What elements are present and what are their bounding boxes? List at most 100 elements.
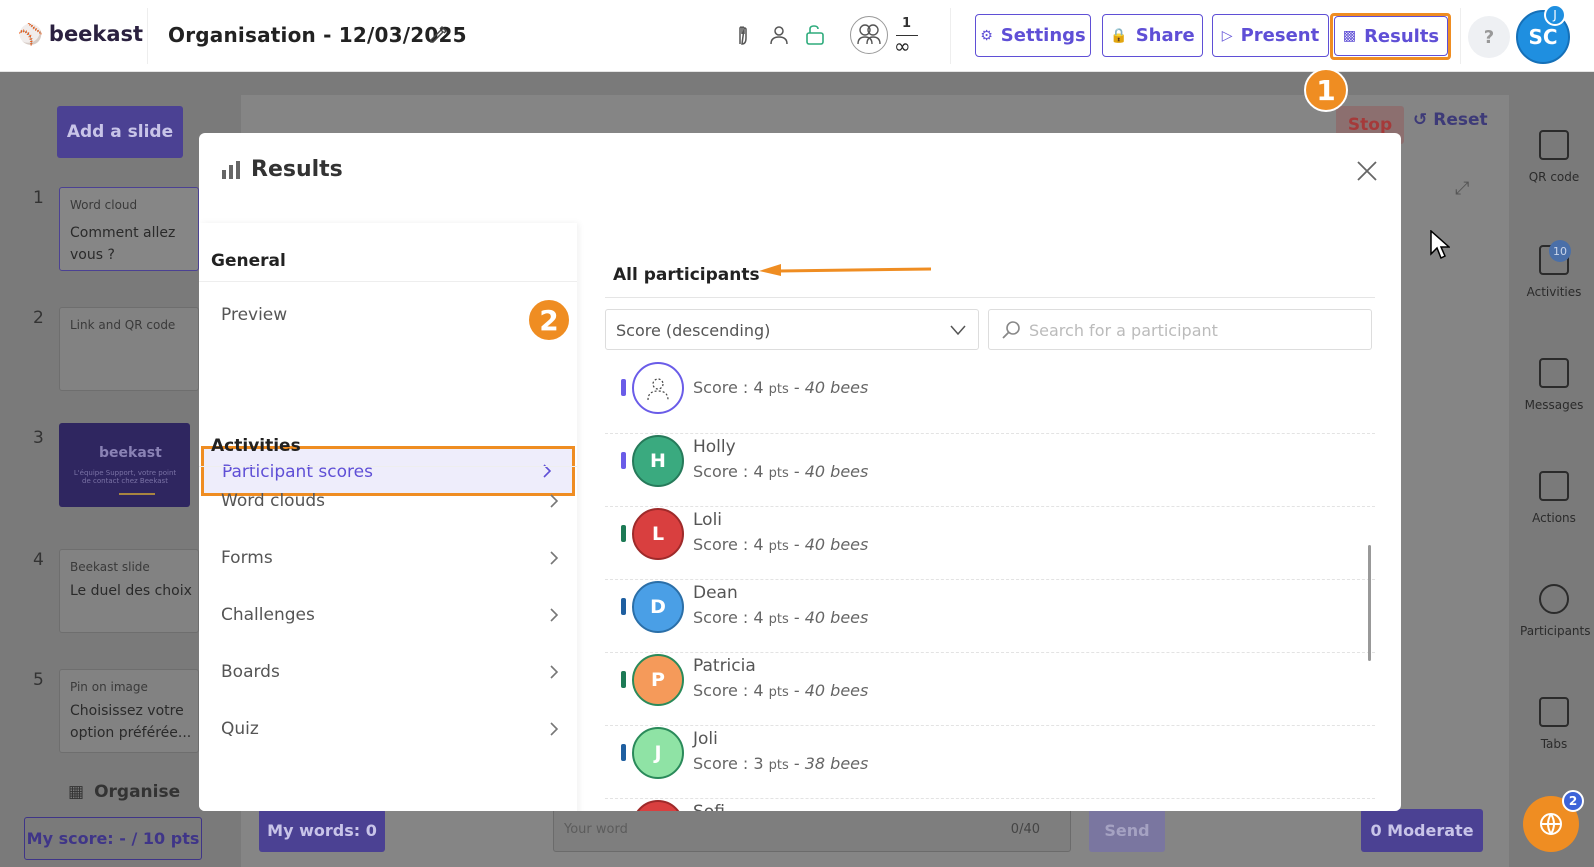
nav-item-label: Quiz	[221, 719, 259, 739]
slide-type: Link and QR code	[70, 318, 176, 332]
modal-title: Results	[221, 157, 343, 182]
slide-text: Comment allez vous ?	[70, 225, 176, 263]
add-slide-button[interactable]: Add a slide	[57, 106, 183, 158]
expand-icon[interactable]: ⤢	[1455, 178, 1469, 199]
sidebar-item-tabs[interactable]: Tabs	[1520, 697, 1588, 751]
bees-value: 40 bees	[804, 535, 869, 554]
participant-row[interactable]: J Joli Score : 3 pts - 38 bees	[605, 726, 1375, 799]
sort-select[interactable]: Score (descending)	[605, 309, 979, 350]
word-input-placeholder: Your word	[564, 822, 628, 837]
unlock-icon[interactable]	[804, 24, 826, 46]
send-button[interactable]: Send	[1089, 809, 1165, 852]
participant-avatar	[632, 800, 684, 811]
chevron-right-icon	[550, 551, 559, 565]
nav-item-label: Challenges	[221, 605, 315, 625]
reset-icon: ↺	[1413, 110, 1428, 130]
bees-value: 40 bees	[804, 681, 869, 700]
participant-row[interactable]: D Dean Score : 4 pts - 40 bees	[605, 580, 1375, 653]
slide-type: Pin on image	[70, 680, 148, 694]
participant-score: Score : 4 pts - 40 bees	[693, 681, 869, 700]
sidebar-item-qr-code[interactable]: QR code	[1520, 130, 1588, 184]
slide-type: Beekast slide	[70, 560, 150, 574]
organise-label: Organise	[94, 782, 181, 802]
participant-color-bar	[621, 452, 626, 469]
step-marker-1: 1	[1304, 68, 1348, 112]
chevron-right-icon	[550, 722, 559, 736]
slide-card[interactable]: Word cloud Comment allez vous ?	[59, 187, 199, 271]
participant-row[interactable]: H Holly Score : 4 pts - 40 bees	[605, 434, 1375, 507]
word-char-count: 0/40	[1010, 822, 1040, 837]
participant-counter[interactable]: 1 ∞	[850, 16, 926, 58]
slide-card[interactable]: Link and QR code	[59, 307, 199, 391]
nav-item-forms[interactable]: Forms	[221, 548, 561, 568]
slide-number: 5	[33, 670, 44, 690]
sidebar-item-participants[interactable]: Participants	[1520, 584, 1591, 638]
organise-button[interactable]: ▦ Organise	[68, 782, 180, 802]
gear-icon: ⚙	[980, 27, 993, 44]
score-value: 4	[753, 535, 764, 554]
beekast-logo[interactable]: ⚾ beekast	[18, 22, 143, 46]
participant-score: Score : 4 pts - 40 bees	[693, 378, 869, 397]
user-icon[interactable]	[768, 24, 790, 46]
nav-item-challenges[interactable]: Challenges	[221, 605, 561, 625]
slide-thumb-underline	[119, 493, 155, 495]
scrollbar[interactable]	[1368, 545, 1371, 661]
nav-item-boards[interactable]: Boards	[221, 662, 561, 682]
nav-item-word-clouds[interactable]: Word clouds	[221, 491, 561, 511]
pts-label: pts	[768, 539, 789, 554]
score-value: 4	[753, 681, 764, 700]
my-words-button[interactable]: My words: 0	[259, 809, 385, 852]
sidebar-item-messages[interactable]: Messages	[1520, 358, 1588, 412]
nav-item-preview[interactable]: Preview	[221, 305, 561, 325]
nav-item-quiz[interactable]: Quiz	[221, 719, 561, 739]
moderate-button[interactable]: 0 Moderate	[1361, 809, 1483, 852]
my-score-button[interactable]: My score: - / 10 pts	[24, 817, 202, 860]
reset-button[interactable]: ↺ Reset	[1413, 110, 1488, 130]
slide-card[interactable]: Beekast slide Le duel des choix	[59, 549, 199, 633]
score-value: 3	[753, 754, 764, 773]
close-icon[interactable]	[1355, 159, 1379, 183]
sidebar-label: Participants	[1520, 624, 1591, 638]
share-button[interactable]: 🔒 Share	[1102, 14, 1203, 57]
annotation-arrow-icon	[759, 264, 932, 276]
slide-number: 3	[33, 428, 44, 448]
participant-search[interactable]	[988, 309, 1372, 350]
edit-title-icon[interactable]	[428, 25, 448, 45]
participant-name: Loli	[693, 510, 723, 530]
participant-row[interactable]: Sofi	[605, 799, 1375, 811]
raise-hand-icon[interactable]	[732, 24, 754, 46]
slide-number: 4	[33, 550, 44, 570]
all-participants-heading: All participants	[613, 265, 760, 285]
chevron-down-icon	[950, 325, 966, 336]
sidebar-item-actions[interactable]: Actions	[1520, 471, 1588, 525]
qr-code-icon	[1539, 130, 1569, 160]
participant-name: Holly	[693, 437, 736, 457]
participant-score: Score : 4 pts - 40 bees	[693, 608, 869, 627]
slide-thumbnail[interactable]: beekast L'équipe Support, votre point de…	[59, 423, 190, 507]
help-button[interactable]: ?	[1468, 16, 1510, 58]
present-button[interactable]: ▷ Present	[1212, 14, 1329, 57]
participant-row[interactable]: P Patricia Score : 4 pts - 40 bees	[605, 653, 1375, 726]
nav-item-label: Word clouds	[221, 491, 325, 511]
slide-card[interactable]: Pin on image Choisissez votre option pré…	[59, 669, 199, 753]
sidebar-label: Messages	[1524, 398, 1584, 412]
bees-value: 40 bees	[804, 462, 869, 481]
participant-score: Score : 4 pts - 40 bees	[693, 535, 869, 554]
divider	[605, 297, 1375, 298]
video-globe-icon	[1540, 813, 1562, 835]
participant-color-bar	[621, 379, 626, 396]
participant-name: Dean	[693, 583, 738, 603]
counter-max: ∞	[894, 34, 911, 58]
logo-text: beekast	[48, 22, 144, 46]
participant-scores-panel: All participants Score (descending) Scor…	[605, 223, 1375, 811]
messages-icon	[1539, 358, 1569, 388]
participant-avatar: D	[632, 581, 684, 633]
nav-item-label: Preview	[221, 305, 288, 325]
participant-row[interactable]: L Loli Score : 4 pts - 40 bees	[605, 507, 1375, 580]
search-input[interactable]	[1029, 318, 1359, 342]
word-input[interactable]: Your word 0/40	[553, 808, 1071, 852]
participant-avatar: L	[632, 508, 684, 560]
check-square-icon	[1539, 471, 1569, 501]
settings-button[interactable]: ⚙ Settings	[975, 14, 1091, 57]
participant-row[interactable]: Score : 4 pts - 40 bees	[605, 361, 1375, 434]
